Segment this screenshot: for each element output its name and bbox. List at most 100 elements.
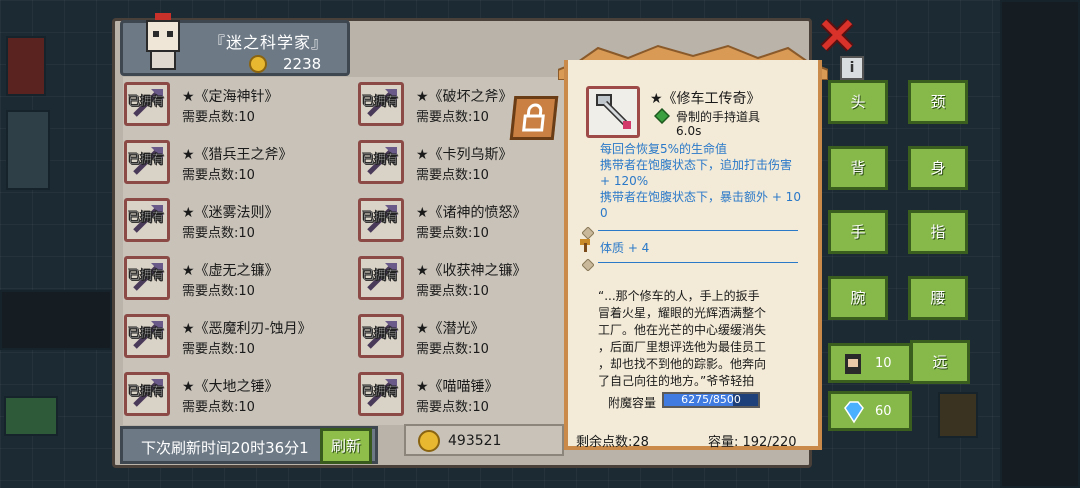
owned-tag: 已拥有: [127, 268, 165, 283]
owned-tag: 已拥有: [361, 326, 399, 341]
shop-item[interactable]: 已拥有 ★《迷雾法则》 需要点数:10: [124, 196, 354, 244]
shop-item-name: ★《诸神的愤怒》: [416, 205, 527, 221]
detail-item-icon: [586, 86, 640, 138]
shop-item[interactable]: 已拥有 ★《定海神针》 需要点数:10: [124, 80, 354, 128]
shop-item[interactable]: 已拥有 ★《收获神之镰》 需要点数:10: [358, 254, 588, 302]
total-coin-count: 493521: [448, 433, 502, 449]
owned-tag: 已拥有: [361, 384, 399, 399]
shop-item-cost: 需要点数:10: [182, 110, 255, 125]
ticket-currency-button[interactable]: 10: [828, 343, 912, 383]
shop-item-name: ★《卡列乌斯》: [416, 147, 513, 163]
owned-tag: 已拥有: [127, 384, 165, 399]
shop-item[interactable]: 已拥有 ★《虚无之镰》 需要点数:10: [124, 254, 354, 302]
gem-currency-button[interactable]: 60: [828, 391, 912, 431]
slot-button[interactable]: 腰: [908, 276, 968, 320]
diamond-icon: [653, 107, 671, 128]
shop-item-name: ★《破坏之斧》: [416, 89, 513, 105]
player-avatar: [137, 11, 189, 75]
background-wall: [1000, 0, 1080, 488]
divider: [598, 262, 798, 263]
stat-bonus: 体质 + 4: [600, 241, 650, 255]
item-detail-card: ★《修车工传奇》 骨制的手持道具 6.0s 每回合恢复5%的生命值 携带者在饱腹…: [558, 40, 828, 462]
shop-item-cost: 需要点数:10: [416, 400, 489, 415]
shop-item[interactable]: 已拥有 ★《恶魔利刃-蚀月》 需要点数:10: [124, 312, 354, 360]
diamond-divider-icon: [581, 224, 595, 240]
divider: [598, 230, 798, 231]
slot-button[interactable]: 手: [828, 210, 888, 254]
lore-line: 冒着火星，耀眼的光辉洒满整个: [598, 306, 767, 320]
shop-item-cost: 需要点数:10: [182, 400, 255, 415]
shop-item-cost: 需要点数:10: [182, 284, 255, 299]
gem-icon: [841, 400, 867, 428]
background-floor-tile: [0, 290, 112, 350]
slot-button[interactable]: 头: [828, 80, 888, 124]
close-icon[interactable]: [818, 16, 856, 54]
lore-line: “...那个修车的人，手上的扳手: [598, 289, 760, 303]
player-coin-count: 2238: [283, 55, 322, 73]
owned-tag: 已拥有: [127, 210, 165, 225]
slot-button[interactable]: 远: [910, 340, 970, 384]
slot-button[interactable]: 腕: [828, 276, 888, 320]
owned-tag: 已拥有: [127, 94, 165, 109]
shop-item[interactable]: 已拥有 ★《大地之锤》 需要点数:10: [124, 370, 354, 418]
remaining-points: 剩余点数:28: [576, 435, 649, 450]
slot-button[interactable]: 颈: [908, 80, 968, 124]
background-cabinet: [6, 36, 46, 96]
owned-tag: 已拥有: [361, 268, 399, 283]
lock-icon[interactable]: [509, 96, 559, 140]
shop-item-name: ★《大地之锤》: [182, 379, 279, 395]
player-card: 『迷之科学家』 2238: [120, 13, 350, 77]
shop-item[interactable]: 已拥有 ★《诸神的愤怒》 需要点数:10: [358, 196, 588, 244]
diamond-divider-icon: [581, 256, 595, 272]
enchant-capacity-label: 附魔容量: [608, 396, 657, 410]
shop-item-cost: 需要点数:10: [182, 342, 255, 357]
shop-item-name: ★《喵喵锤》: [416, 379, 499, 395]
owned-tag: 已拥有: [361, 210, 399, 225]
slot-button[interactable]: 指: [908, 210, 968, 254]
refresh-timer-text: 下次刷新时间20时36分1: [141, 439, 309, 457]
lore-line: ，却也找不到他的踪影。他奔向: [598, 357, 767, 371]
shop-item-name: ★《猎兵王之斧》: [182, 147, 293, 163]
info-button[interactable]: i: [840, 56, 864, 80]
slot-button[interactable]: 身: [908, 146, 968, 190]
lore-line: 了自己向往的地方。”爷爷轻拍: [598, 374, 755, 388]
effect-line: 每回合恢复5%的生命值: [600, 142, 728, 156]
shop-item-cost: 需要点数:10: [182, 168, 255, 183]
effect-line: 0: [600, 206, 608, 220]
background-console: [4, 396, 58, 436]
shop-item-cost: 需要点数:10: [416, 342, 489, 357]
detail-cooldown: 6.0s: [676, 124, 702, 138]
refresh-button[interactable]: 刷新: [320, 428, 372, 464]
coin-icon: [418, 430, 440, 456]
shop-item[interactable]: 已拥有 ★《卡列乌斯》 需要点数:10: [358, 138, 588, 186]
capacity: 容量: 192/220: [708, 435, 797, 450]
ticket-count: 10: [875, 356, 892, 371]
shop-item[interactable]: 已拥有 ★《潜光》需要点数:10: [358, 312, 588, 360]
shop-item-name: ★《迷雾法则》: [182, 205, 279, 221]
enchant-capacity-value: 6275/8500: [681, 393, 741, 406]
gem-count: 60: [875, 404, 892, 419]
shop-item[interactable]: 已拥有 ★《喵喵锤》 需要点数:10: [358, 370, 588, 418]
shop-item-name: ★《恶魔利刃-蚀月》: [182, 321, 312, 337]
shop-item-cost: 需要点数:10: [416, 110, 489, 125]
effect-line: 携带者在饱腹状态下，暴击额外 + 10: [600, 190, 801, 204]
owned-tag: 已拥有: [361, 94, 399, 109]
owned-tag: 已拥有: [361, 152, 399, 167]
slot-button[interactable]: 背: [828, 146, 888, 190]
coin-icon: [249, 55, 267, 77]
hammer-icon: [578, 237, 594, 257]
shop-item-cost: 需要点数:10: [416, 284, 489, 299]
player-name: 『迷之科学家』: [209, 33, 329, 52]
detail-type: 骨制的手持道具: [676, 110, 761, 124]
background-shelf: [6, 110, 50, 190]
effect-line: + 120%: [600, 174, 649, 188]
shop-item[interactable]: 已拥有 ★《猎兵王之斧》 需要点数:10: [124, 138, 354, 186]
shop-item-name: ★《潜光》: [416, 321, 485, 337]
shop-item-cost: 需要点数:10: [182, 226, 255, 241]
shop-item-name: ★《收获神之镰》: [416, 263, 527, 279]
owned-tag: 已拥有: [127, 326, 165, 341]
shop-item-name: ★《定海神针》: [182, 89, 279, 105]
owned-tag: 已拥有: [127, 152, 165, 167]
detail-title: ★《修车工传奇》: [650, 91, 761, 107]
total-coins-box: 493521: [404, 424, 564, 456]
